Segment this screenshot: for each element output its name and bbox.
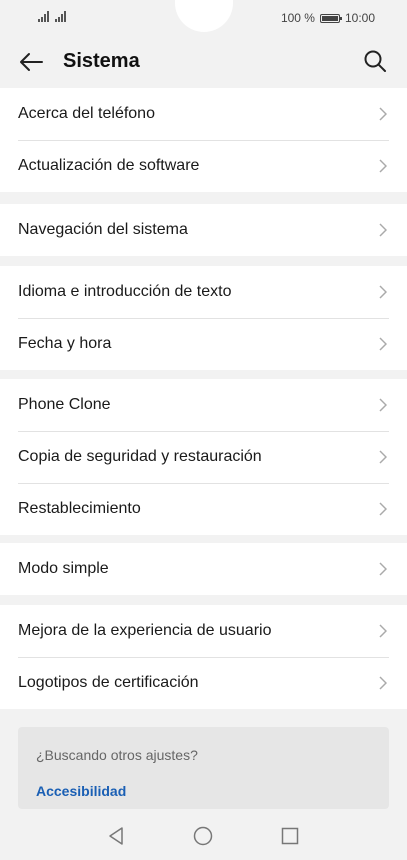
settings-item-user-experience[interactable]: Mejora de la experiencia de usuario bbox=[0, 605, 407, 657]
settings-item-label: Copia de seguridad y restauración bbox=[18, 448, 262, 465]
page-title: Sistema bbox=[63, 50, 140, 72]
settings-item-label: Phone Clone bbox=[18, 396, 111, 413]
settings-group-2: Navegación del sistema bbox=[0, 204, 407, 256]
settings-item-label: Idioma e introducción de texto bbox=[18, 283, 232, 300]
settings-item-label: Navegación del sistema bbox=[18, 221, 188, 238]
chevron-right-icon bbox=[379, 502, 387, 516]
settings-item-label: Mejora de la experiencia de usuario bbox=[18, 622, 272, 639]
suggestion-question: ¿Buscando otros ajustes? bbox=[36, 747, 198, 763]
signal-icon bbox=[38, 11, 66, 22]
clock: 10:00 bbox=[344, 11, 375, 25]
settings-item-label: Acerca del teléfono bbox=[18, 105, 155, 122]
settings-group-4: Phone Clone Copia de seguridad y restaur… bbox=[0, 379, 407, 535]
search-icon[interactable] bbox=[363, 49, 387, 73]
settings-item-backup-restore[interactable]: Copia de seguridad y restauración bbox=[0, 431, 407, 483]
settings-item-about-phone[interactable]: Acerca del teléfono bbox=[0, 88, 407, 140]
settings-item-label: Actualización de software bbox=[18, 157, 200, 174]
app-bar: Sistema bbox=[0, 36, 407, 88]
chevron-right-icon bbox=[379, 285, 387, 299]
system-nav-bar bbox=[0, 812, 407, 860]
settings-item-label: Logotipos de certificación bbox=[18, 674, 199, 691]
chevron-right-icon bbox=[379, 450, 387, 464]
settings-item-system-navigation[interactable]: Navegación del sistema bbox=[0, 204, 407, 256]
triangle-back-icon[interactable] bbox=[104, 824, 128, 848]
chevron-right-icon bbox=[379, 223, 387, 237]
chevron-right-icon bbox=[379, 159, 387, 173]
camera-notch bbox=[175, 0, 233, 32]
settings-item-reset[interactable]: Restablecimiento bbox=[0, 483, 407, 535]
settings-item-certification-logos[interactable]: Logotipos de certificación bbox=[0, 657, 407, 709]
settings-group-1: Acerca del teléfono Actualización de sof… bbox=[0, 88, 407, 192]
battery-percent: 100 % bbox=[280, 11, 315, 25]
chevron-right-icon bbox=[379, 562, 387, 576]
settings-item-date-time[interactable]: Fecha y hora bbox=[0, 318, 407, 370]
circle-home-icon[interactable] bbox=[191, 824, 215, 848]
status-bar: 100 % 10:00 bbox=[0, 0, 407, 36]
settings-item-simple-mode[interactable]: Modo simple bbox=[0, 543, 407, 595]
settings-item-label: Fecha y hora bbox=[18, 335, 112, 352]
chevron-right-icon bbox=[379, 624, 387, 638]
accessibility-link[interactable]: Accesibilidad bbox=[36, 783, 126, 799]
settings-item-label: Modo simple bbox=[18, 560, 109, 577]
settings-item-language-input[interactable]: Idioma e introducción de texto bbox=[0, 266, 407, 318]
square-recents-icon[interactable] bbox=[278, 824, 302, 848]
suggestion-card: ¿Buscando otros ajustes? Accesibilidad bbox=[18, 727, 389, 809]
chevron-right-icon bbox=[379, 676, 387, 690]
settings-item-software-update[interactable]: Actualización de software bbox=[0, 140, 407, 192]
chevron-right-icon bbox=[379, 337, 387, 351]
settings-group-6: Mejora de la experiencia de usuario Logo… bbox=[0, 605, 407, 709]
arrow-left-icon[interactable] bbox=[18, 50, 44, 74]
settings-group-3: Idioma e introducción de texto Fecha y h… bbox=[0, 266, 407, 370]
settings-item-label: Restablecimiento bbox=[18, 500, 141, 517]
battery-icon bbox=[319, 13, 342, 23]
chevron-right-icon bbox=[379, 107, 387, 121]
settings-item-phone-clone[interactable]: Phone Clone bbox=[0, 379, 407, 431]
settings-group-5: Modo simple bbox=[0, 543, 407, 595]
chevron-right-icon bbox=[379, 398, 387, 412]
